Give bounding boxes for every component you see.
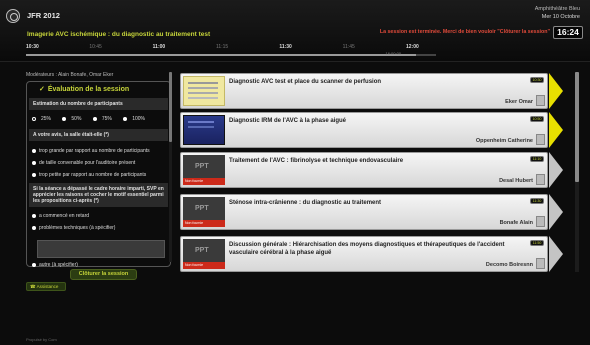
radio-icon [62, 116, 67, 121]
status-message: La session est terminée. Merci de bien v… [379, 29, 550, 35]
talk-arrow-icon[interactable] [549, 194, 563, 230]
slide-thumbnail[interactable]: PPT Non fournie [183, 155, 225, 185]
talk-author: Desal Hubert [499, 178, 533, 184]
overtime-option-technical[interactable]: problèmes techniques (à spécifier) [32, 225, 115, 231]
timeline-tick: 11:45 [342, 44, 355, 50]
footer-credit: Propulsé by Com [26, 337, 57, 342]
talk-title: Traitement de l'AVC : fibrinolyse et tec… [229, 158, 404, 164]
talk-arrow-icon[interactable] [549, 112, 563, 148]
ppt-label: PPT [195, 163, 209, 170]
not-provided-badge: Non fournie [183, 262, 225, 269]
radio-icon [32, 262, 36, 267]
talk-title: Diagnostic IRM de l'AVC à la phase aigué [229, 118, 347, 124]
question-participants: Estimation du nombre de participants [29, 98, 168, 110]
ppt-label: PPT [195, 205, 209, 212]
left-scrollbar-thumb[interactable] [169, 72, 172, 142]
event-title: JFR 2012 [27, 11, 60, 20]
timeline-now-label: 16:00:00 [385, 51, 402, 56]
talk-arrow-icon[interactable] [549, 236, 563, 272]
timeline-tick: 10:30 [26, 44, 39, 50]
timeline-tick: 11:00 [152, 44, 166, 50]
right-scrollbar-thumb[interactable] [575, 72, 579, 182]
close-session-button[interactable]: Clôturer la session [70, 269, 137, 280]
question-room-size: A votre avis, la salle était-elle (*) [29, 129, 168, 141]
option-75[interactable]: 75% [92, 116, 117, 122]
overtime-option-late-start[interactable]: a commencé en retard [32, 213, 89, 219]
clock: 16:24 [553, 26, 583, 39]
talk-author: Eker Omar [505, 99, 533, 105]
talk-card[interactable]: Diagnostic IRM de l'AVC à la phase aigué… [180, 112, 548, 148]
timeline-tick: 12:00 [406, 44, 419, 50]
talk-arrow-icon[interactable] [549, 152, 563, 188]
technical-issues-input[interactable] [37, 240, 165, 258]
logo-icon [6, 9, 20, 23]
radio-icon [32, 148, 36, 153]
header-bar: JFR 2012 Amphithéâtre Bleu Mer 10 Octobr… [0, 0, 590, 62]
radio-icon [32, 213, 36, 218]
speaker-icon [536, 134, 545, 145]
talk-author: Oppenheim Catherine [475, 138, 533, 144]
speaker-icon [536, 95, 545, 106]
timeline-tick: 11:15 [216, 44, 229, 50]
radio-icon [32, 172, 36, 177]
radio-icon [32, 160, 36, 165]
session-title: Imagerie AVC ischémique : du diagnostic … [27, 31, 211, 38]
slide-thumbnail[interactable] [183, 115, 225, 145]
room-option-too-big[interactable]: trop grande par rapport au nombre de par… [32, 148, 150, 154]
overtime-option-other[interactable]: autre (à spécifier) [32, 262, 78, 268]
talk-card[interactable]: PPT Non fournie Discussion générale : Hiér… [180, 236, 548, 272]
session-timeline: 10:30 10:45 11:00 11:15 11:30 11:45 12:00 16:0… [26, 42, 436, 60]
not-provided-badge: Non fournie [183, 220, 225, 227]
radio-icon [32, 116, 36, 121]
talk-arrow-icon[interactable] [549, 73, 563, 109]
talk-card[interactable]: PPT Non fournie Sténose intra-crânienne : … [180, 194, 548, 230]
room-name: Amphithéâtre Bleu [534, 6, 580, 12]
question-overtime: Si la séance a dépassé le cadre horaire … [29, 183, 168, 207]
option-25[interactable]: 25% [32, 116, 56, 122]
talk-author: Bonafe Alain [499, 220, 533, 226]
timeline-tick: 11:30 [279, 44, 292, 50]
evaluation-box: ✓ Évaluation de la session Estimation du … [26, 81, 171, 268]
assistance-button[interactable]: ☎ Assistance [26, 282, 66, 291]
moderators-label: Modérateurs : Alain Bonafe, Omar Eker [26, 72, 114, 78]
talk-time: 10:50 [530, 116, 544, 122]
radio-icon [123, 116, 128, 121]
date-label: Mer 10 Octobre [541, 14, 580, 20]
speaker-icon [536, 216, 545, 227]
talk-title: Diagnostic AVC test et place du scanner … [229, 79, 382, 85]
option-50[interactable]: 50% [62, 116, 86, 122]
talk-title: Discussion générale : Hiérarchisation de… [229, 242, 505, 256]
speaker-icon [536, 174, 545, 185]
talk-time: 10:30 [530, 77, 544, 83]
talk-time: 11:30 [530, 198, 544, 204]
timeline-progress [26, 54, 416, 56]
slide-thumbnail[interactable]: PPT Non fournie [183, 239, 225, 269]
radio-icon [92, 116, 97, 121]
slide-thumbnail[interactable]: PPT Non fournie [183, 197, 225, 227]
evaluation-panel: Modérateurs : Alain Bonafe, Omar Eker ✓ É… [26, 72, 171, 287]
room-option-adequate[interactable]: de taille convenable pour l'auditoire pr… [32, 160, 135, 166]
ppt-label: PPT [195, 247, 209, 254]
talk-author: Decomo Boiresnn [485, 262, 533, 268]
evaluation-title: ✓ Évaluation de la session [39, 85, 129, 93]
radio-icon [32, 225, 36, 230]
talk-card[interactable]: Diagnostic AVC test et place du scanner … [180, 73, 548, 109]
talk-time: 11:50 [530, 240, 544, 246]
participants-options: 25% 50% 75% 100% [32, 116, 155, 122]
speaker-icon [536, 258, 545, 269]
talk-title: Sténose intra-crânienne : du diagnostic … [229, 200, 382, 206]
evaluation-title-text: Évaluation de la session [47, 86, 130, 93]
not-provided-badge: Non fournie [183, 178, 225, 185]
talk-card[interactable]: PPT Non fournie Traitement de l'AVC : fibr… [180, 152, 548, 188]
option-100[interactable]: 100% [123, 116, 150, 122]
talk-time: 11:10 [530, 156, 544, 162]
timeline-tick: 10:45 [89, 44, 102, 50]
support-icon: ☎ [30, 284, 37, 289]
slide-thumbnail[interactable] [183, 76, 225, 106]
room-option-too-small[interactable]: trop petite par rapport au nombre de par… [32, 172, 146, 178]
checkmark-icon: ✓ [39, 86, 45, 93]
